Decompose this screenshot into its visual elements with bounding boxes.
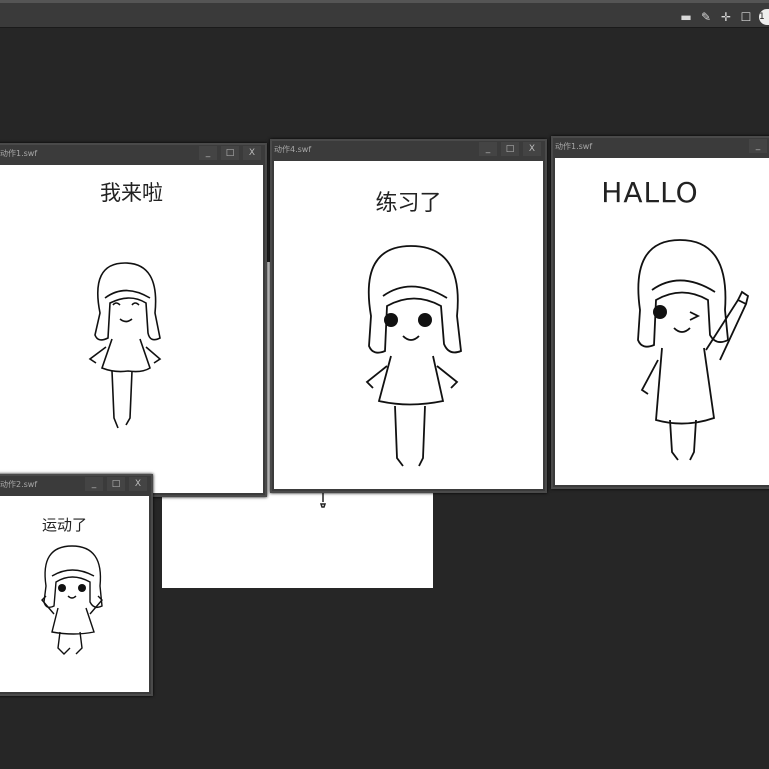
window-titlebar[interactable]: 动作1.swf _ □ X: [0, 145, 265, 163]
maximize-button[interactable]: □: [221, 146, 239, 160]
maximize-button[interactable]: □: [107, 477, 125, 491]
window-content: 练习了: [274, 161, 543, 489]
zoom-indicator[interactable]: 1: [759, 9, 769, 25]
window-titlebar[interactable]: 动作4.swf _ □ X: [272, 141, 545, 159]
chibi-girl-illustration: [88, 262, 162, 429]
swf-window-4[interactable]: 动作2.swf _ □ X 运动了: [0, 474, 153, 696]
window-title: 动作1.swf: [0, 149, 38, 158]
minimize-button[interactable]: _: [479, 142, 497, 156]
minimize-button[interactable]: _: [85, 477, 103, 491]
window-titlebar[interactable]: 动作2.swf _ □ X: [0, 476, 151, 494]
toolbar-icons: ▬ ✎ ✛ ☐ 1: [679, 9, 769, 25]
crosshair-icon[interactable]: ✛: [719, 9, 733, 25]
close-button[interactable]: X: [523, 142, 541, 156]
swf-window-3[interactable]: 动作1.swf _ HALLO: [551, 136, 769, 489]
minimize-button[interactable]: _: [749, 139, 767, 153]
chibi-girl-waving-illustration: [637, 239, 750, 461]
animation-caption: 运动了: [41, 516, 87, 534]
window-content: HALLO: [555, 158, 769, 485]
close-button[interactable]: X: [129, 477, 147, 491]
animation-caption: 我来啦: [100, 181, 163, 205]
square-icon[interactable]: ☐: [739, 9, 753, 25]
swf-window-1[interactable]: 动作1.swf _ □ X 我来啦: [0, 143, 267, 497]
window-title: 动作1.swf: [555, 142, 593, 151]
window-content: 运动了: [0, 496, 149, 692]
close-button[interactable]: X: [243, 146, 261, 160]
chibi-girl-jumping-illustration: [41, 545, 103, 655]
window-titlebar[interactable]: 动作1.swf _: [553, 138, 769, 156]
animation-caption: HALLO: [601, 176, 699, 209]
maximize-button[interactable]: □: [501, 142, 519, 156]
window-title: 动作4.swf: [274, 145, 312, 154]
window-title: 动作2.swf: [0, 480, 38, 489]
window-content: 我来啦: [0, 165, 263, 493]
animation-caption: 练习了: [375, 191, 442, 216]
chibi-girl-illustration: [365, 245, 462, 467]
swf-window-2[interactable]: 动作4.swf _ □ X 练习了: [270, 139, 547, 493]
eyedropper-icon[interactable]: ✎: [699, 9, 713, 25]
film-icon[interactable]: ▬: [679, 9, 693, 25]
minimize-button[interactable]: _: [199, 146, 217, 160]
top-toolbar: ▬ ✎ ✛ ☐ 1: [0, 0, 769, 28]
